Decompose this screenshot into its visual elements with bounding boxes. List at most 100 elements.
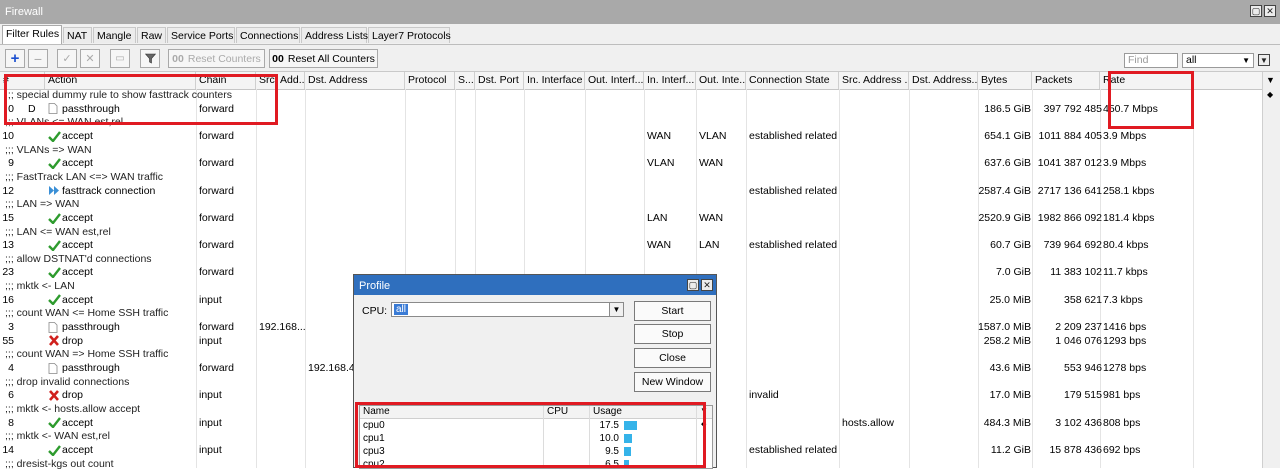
profile-col-name[interactable]: Name — [363, 406, 390, 418]
comment-row[interactable]: ;;; VLANs => WAN — [0, 144, 1262, 158]
col-header-num[interactable]: # — [0, 72, 45, 89]
col-header-in-interface[interactable]: In. Interface — [524, 72, 585, 89]
reset-counters-button[interactable]: 00 Reset Counters — [168, 49, 265, 68]
tab-nat[interactable]: NAT — [63, 27, 92, 43]
col-header-chain[interactable]: Chain — [196, 72, 256, 89]
rule-src-address-list: hosts.allow — [842, 416, 894, 429]
rule-number: 55 — [2, 334, 14, 347]
reset-counters-label: Reset Counters — [187, 52, 261, 65]
rule-comment: ;;; count WAN <= Home SSH traffic — [5, 307, 169, 320]
disable-icon[interactable]: ✕ — [80, 49, 100, 68]
restore-icon[interactable]: ▢ — [1250, 5, 1262, 17]
tab-address-lists[interactable]: Address Lists — [301, 27, 368, 43]
profile-row[interactable]: cpu1 10.0 — [360, 432, 696, 445]
scroll-up-icon[interactable]: ▼ — [1266, 75, 1275, 85]
col-header-src-address-list[interactable]: Src. Address ... — [839, 72, 909, 89]
rule-action-label: accept — [62, 239, 93, 252]
comment-row[interactable]: ;;; special dummy rule to show fasttrack… — [0, 89, 1262, 103]
accept-icon — [48, 212, 61, 225]
profile-col-usage[interactable]: Usage — [593, 406, 622, 418]
profile-restore-icon[interactable]: ▢ — [687, 279, 699, 291]
col-header-out-interface-list[interactable]: Out. Inte... — [696, 72, 746, 89]
rule-packets: 1041 387 012 — [1037, 157, 1102, 170]
reset-counters-prefix: 00 — [172, 52, 184, 65]
rule-action-label: passthrough — [62, 321, 120, 334]
table-row[interactable]: 12 fasttrack connection forward established… — [0, 185, 1262, 199]
rule-action-label: passthrough — [62, 362, 120, 374]
comment-icon[interactable]: ▭ — [110, 49, 130, 68]
table-row[interactable]: 13 accept forward WAN LAN established related… — [0, 239, 1262, 253]
rule-comment: ;;; count WAN => Home SSH traffic — [5, 348, 169, 361]
col-header-src-port[interactable]: S... — [455, 72, 475, 89]
filter-icon[interactable] — [140, 49, 160, 68]
profile-row-usage: 6.5 — [605, 459, 619, 469]
rule-number: 23 — [2, 266, 14, 279]
table-scrollbar[interactable]: ▼ ◆ — [1262, 72, 1280, 468]
profile-table-scroll-icon[interactable]: ▼ — [700, 406, 708, 415]
col-header-out-interface[interactable]: Out. Interf... — [585, 72, 644, 89]
rule-chain: input — [199, 334, 222, 347]
col-header-src-address[interactable]: Src. Add... — [256, 72, 305, 89]
tab-mangle[interactable]: Mangle — [93, 27, 136, 43]
close-button[interactable]: Close — [634, 348, 711, 368]
rule-number: 14 — [2, 443, 14, 456]
tab-filter-rules[interactable]: Filter Rules — [2, 25, 62, 44]
drop-icon — [48, 335, 60, 347]
comment-row[interactable]: ;;; FastTrack LAN <=> WAN traffic — [0, 171, 1262, 185]
col-header-connection-state[interactable]: Connection State — [746, 72, 839, 89]
close-icon[interactable]: ✕ — [1264, 5, 1276, 17]
cpu-label: CPU: — [362, 305, 388, 317]
profile-row[interactable]: cpu0 17.5 — [360, 419, 696, 432]
profile-col-cpu[interactable]: CPU — [547, 406, 568, 418]
comment-row[interactable]: ;;; LAN => WAN — [0, 198, 1262, 212]
stop-button[interactable]: Stop — [634, 324, 711, 344]
reset-all-counters-button[interactable]: 00 Reset All Counters — [269, 49, 378, 68]
tab-layer7-protocols[interactable]: Layer7 Protocols — [368, 27, 451, 43]
remove-icon[interactable]: − — [28, 49, 48, 68]
rule-rate: 450.7 Mbps — [1103, 102, 1158, 115]
filter-select[interactable]: all ▼ — [1182, 53, 1254, 68]
rule-packets: 11 383 102 — [1050, 266, 1102, 279]
table-row[interactable]: 9 accept forward VLAN WAN 637.6 GiB 1041 387 0… — [0, 157, 1262, 171]
new-window-button[interactable]: New Window — [634, 372, 711, 392]
tab-connections[interactable]: Connections — [236, 27, 300, 43]
rule-comment: ;;; mktk <- LAN — [5, 280, 75, 293]
rule-bytes: 258.2 MiB — [983, 334, 1031, 347]
col-header-protocol[interactable]: Protocol — [405, 72, 455, 89]
rule-rate: 1278 bps — [1103, 362, 1147, 374]
profile-row[interactable]: cpu2 6.5 — [360, 458, 696, 469]
rule-action: fasttrack connection — [48, 185, 155, 199]
comment-row[interactable]: ;;; allow DSTNAT'd connections — [0, 253, 1262, 267]
table-row[interactable]: 10 accept forward WAN VLAN established relate… — [0, 130, 1262, 144]
cpu-select-dropdown-icon[interactable]: ▼ — [609, 303, 623, 316]
cpu-select[interactable]: all ▼ — [391, 302, 624, 317]
col-header-dst-address-list[interactable]: Dst. Address... — [909, 72, 978, 89]
tab-service-ports[interactable]: Service Ports — [167, 27, 235, 43]
start-button[interactable]: Start — [634, 301, 711, 321]
rule-rate: 258.1 kbps — [1103, 184, 1155, 197]
comment-row[interactable]: ;;; VLANs <= WAN est,rel — [0, 116, 1262, 130]
col-header-in-interface-list[interactable]: In. Interf... — [644, 72, 696, 89]
rule-chain: forward — [199, 321, 235, 334]
rule-action: accept — [48, 417, 93, 431]
profile-row[interactable]: cpu3 9.5 — [360, 445, 696, 458]
col-header-dst-port[interactable]: Dst. Port — [475, 72, 524, 89]
tab-raw[interactable]: Raw — [137, 27, 166, 43]
comment-row[interactable]: ;;; LAN <= WAN est,rel — [0, 226, 1262, 240]
rule-action: passthrough — [48, 362, 120, 376]
col-header-packets[interactable]: Packets — [1032, 72, 1100, 89]
rule-number: 10 — [2, 129, 14, 142]
profile-close-icon[interactable]: ✕ — [701, 279, 713, 291]
rule-rate: 692 bps — [1103, 443, 1141, 456]
add-icon[interactable]: + — [5, 49, 25, 68]
rule-packets: 3 102 436 — [1055, 416, 1102, 429]
table-row[interactable]: 15 accept forward LAN WAN 2520.9 GiB 1982 866 … — [0, 212, 1262, 226]
col-header-bytes[interactable]: Bytes — [978, 72, 1032, 89]
find-input[interactable]: Find — [1124, 53, 1178, 68]
col-header-dst-address[interactable]: Dst. Address — [305, 72, 405, 89]
enable-icon[interactable]: ✓ — [57, 49, 77, 68]
filter-menu-icon[interactable]: ▼ — [1258, 54, 1270, 66]
table-row[interactable]: 0 Dpassthrough forward 186.5 GiB 397 792 485… — [0, 103, 1262, 117]
col-header-rate[interactable]: Rate — [1100, 72, 1193, 89]
col-header-action[interactable]: Action — [45, 72, 196, 89]
